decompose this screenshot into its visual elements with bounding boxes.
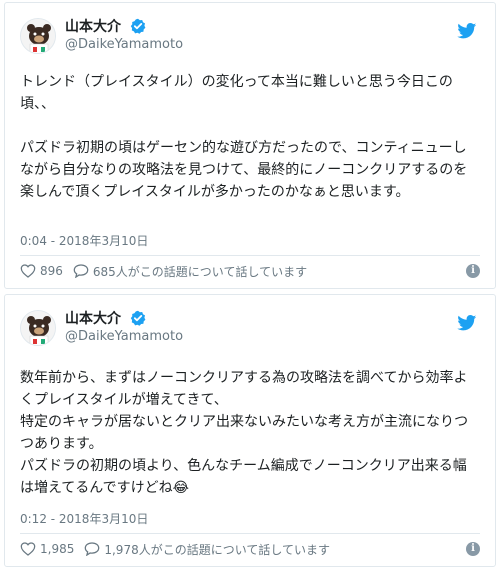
info-icon[interactable]: i	[466, 264, 480, 278]
like-count: 1,985	[40, 542, 75, 556]
twitter-bird-icon[interactable]	[457, 315, 477, 335]
divider	[20, 533, 480, 534]
tweet-actions: 1,985 1,978人がこの話題について話しています i	[20, 539, 480, 559]
verified-badge-icon	[130, 310, 146, 331]
tweet-timestamp[interactable]: 0:04 - 2018年3月10日	[20, 233, 148, 249]
speech-bubble-icon	[85, 542, 100, 556]
author-name-text[interactable]: 山本大介	[65, 19, 121, 35]
speech-bubble-icon	[73, 264, 89, 278]
like-button[interactable]: 1,985	[20, 542, 74, 556]
tweet-timestamp[interactable]: 0:12 - 2018年3月10日	[20, 511, 148, 527]
author-name-text[interactable]: 山本大介	[65, 311, 121, 327]
avatar[interactable]	[20, 18, 56, 54]
tweet-text: 数年前から、まずはノーコンクリアする為の攻略法を調べてから効率よくプレイスタイル…	[20, 370, 469, 496]
conversation-count: 1,978人がこの話題について話しています	[104, 542, 330, 557]
author-handle[interactable]: @DaikeYamamoto	[65, 329, 183, 345]
tweet-text: トレンド（プレイスタイル）の変化って本当に難しいと思う今日この頃、、 パズドラ初…	[20, 74, 468, 200]
like-button[interactable]: 896	[20, 264, 63, 278]
verified-badge-icon	[130, 18, 146, 39]
author-name[interactable]: 山本大介	[65, 18, 146, 39]
author-name[interactable]: 山本大介	[65, 310, 146, 331]
avatar[interactable]	[20, 310, 56, 346]
heart-icon	[20, 542, 36, 556]
like-count: 896	[40, 264, 63, 278]
conversation-count: 685人がこの話題について話しています	[92, 264, 308, 279]
twitter-bird-icon[interactable]	[457, 23, 477, 43]
tweet-actions: 896 685人がこの話題について話しています i	[20, 261, 480, 281]
info-icon[interactable]: i	[466, 542, 480, 556]
conversation-link[interactable]: 685人がこの話題について話しています	[73, 263, 307, 280]
heart-icon	[20, 264, 36, 278]
tweet-card: 山本大介 @DaikeYamamoto トレンド（プレイスタイル）の変化って本当…	[4, 2, 496, 289]
divider	[20, 255, 480, 256]
conversation-link[interactable]: 1,978人がこの話題について話しています	[84, 541, 330, 558]
author-handle[interactable]: @DaikeYamamoto	[65, 37, 183, 53]
tweet-card: 山本大介 @DaikeYamamoto 数年前から、まずはノーコンクリアする為の…	[4, 294, 496, 567]
